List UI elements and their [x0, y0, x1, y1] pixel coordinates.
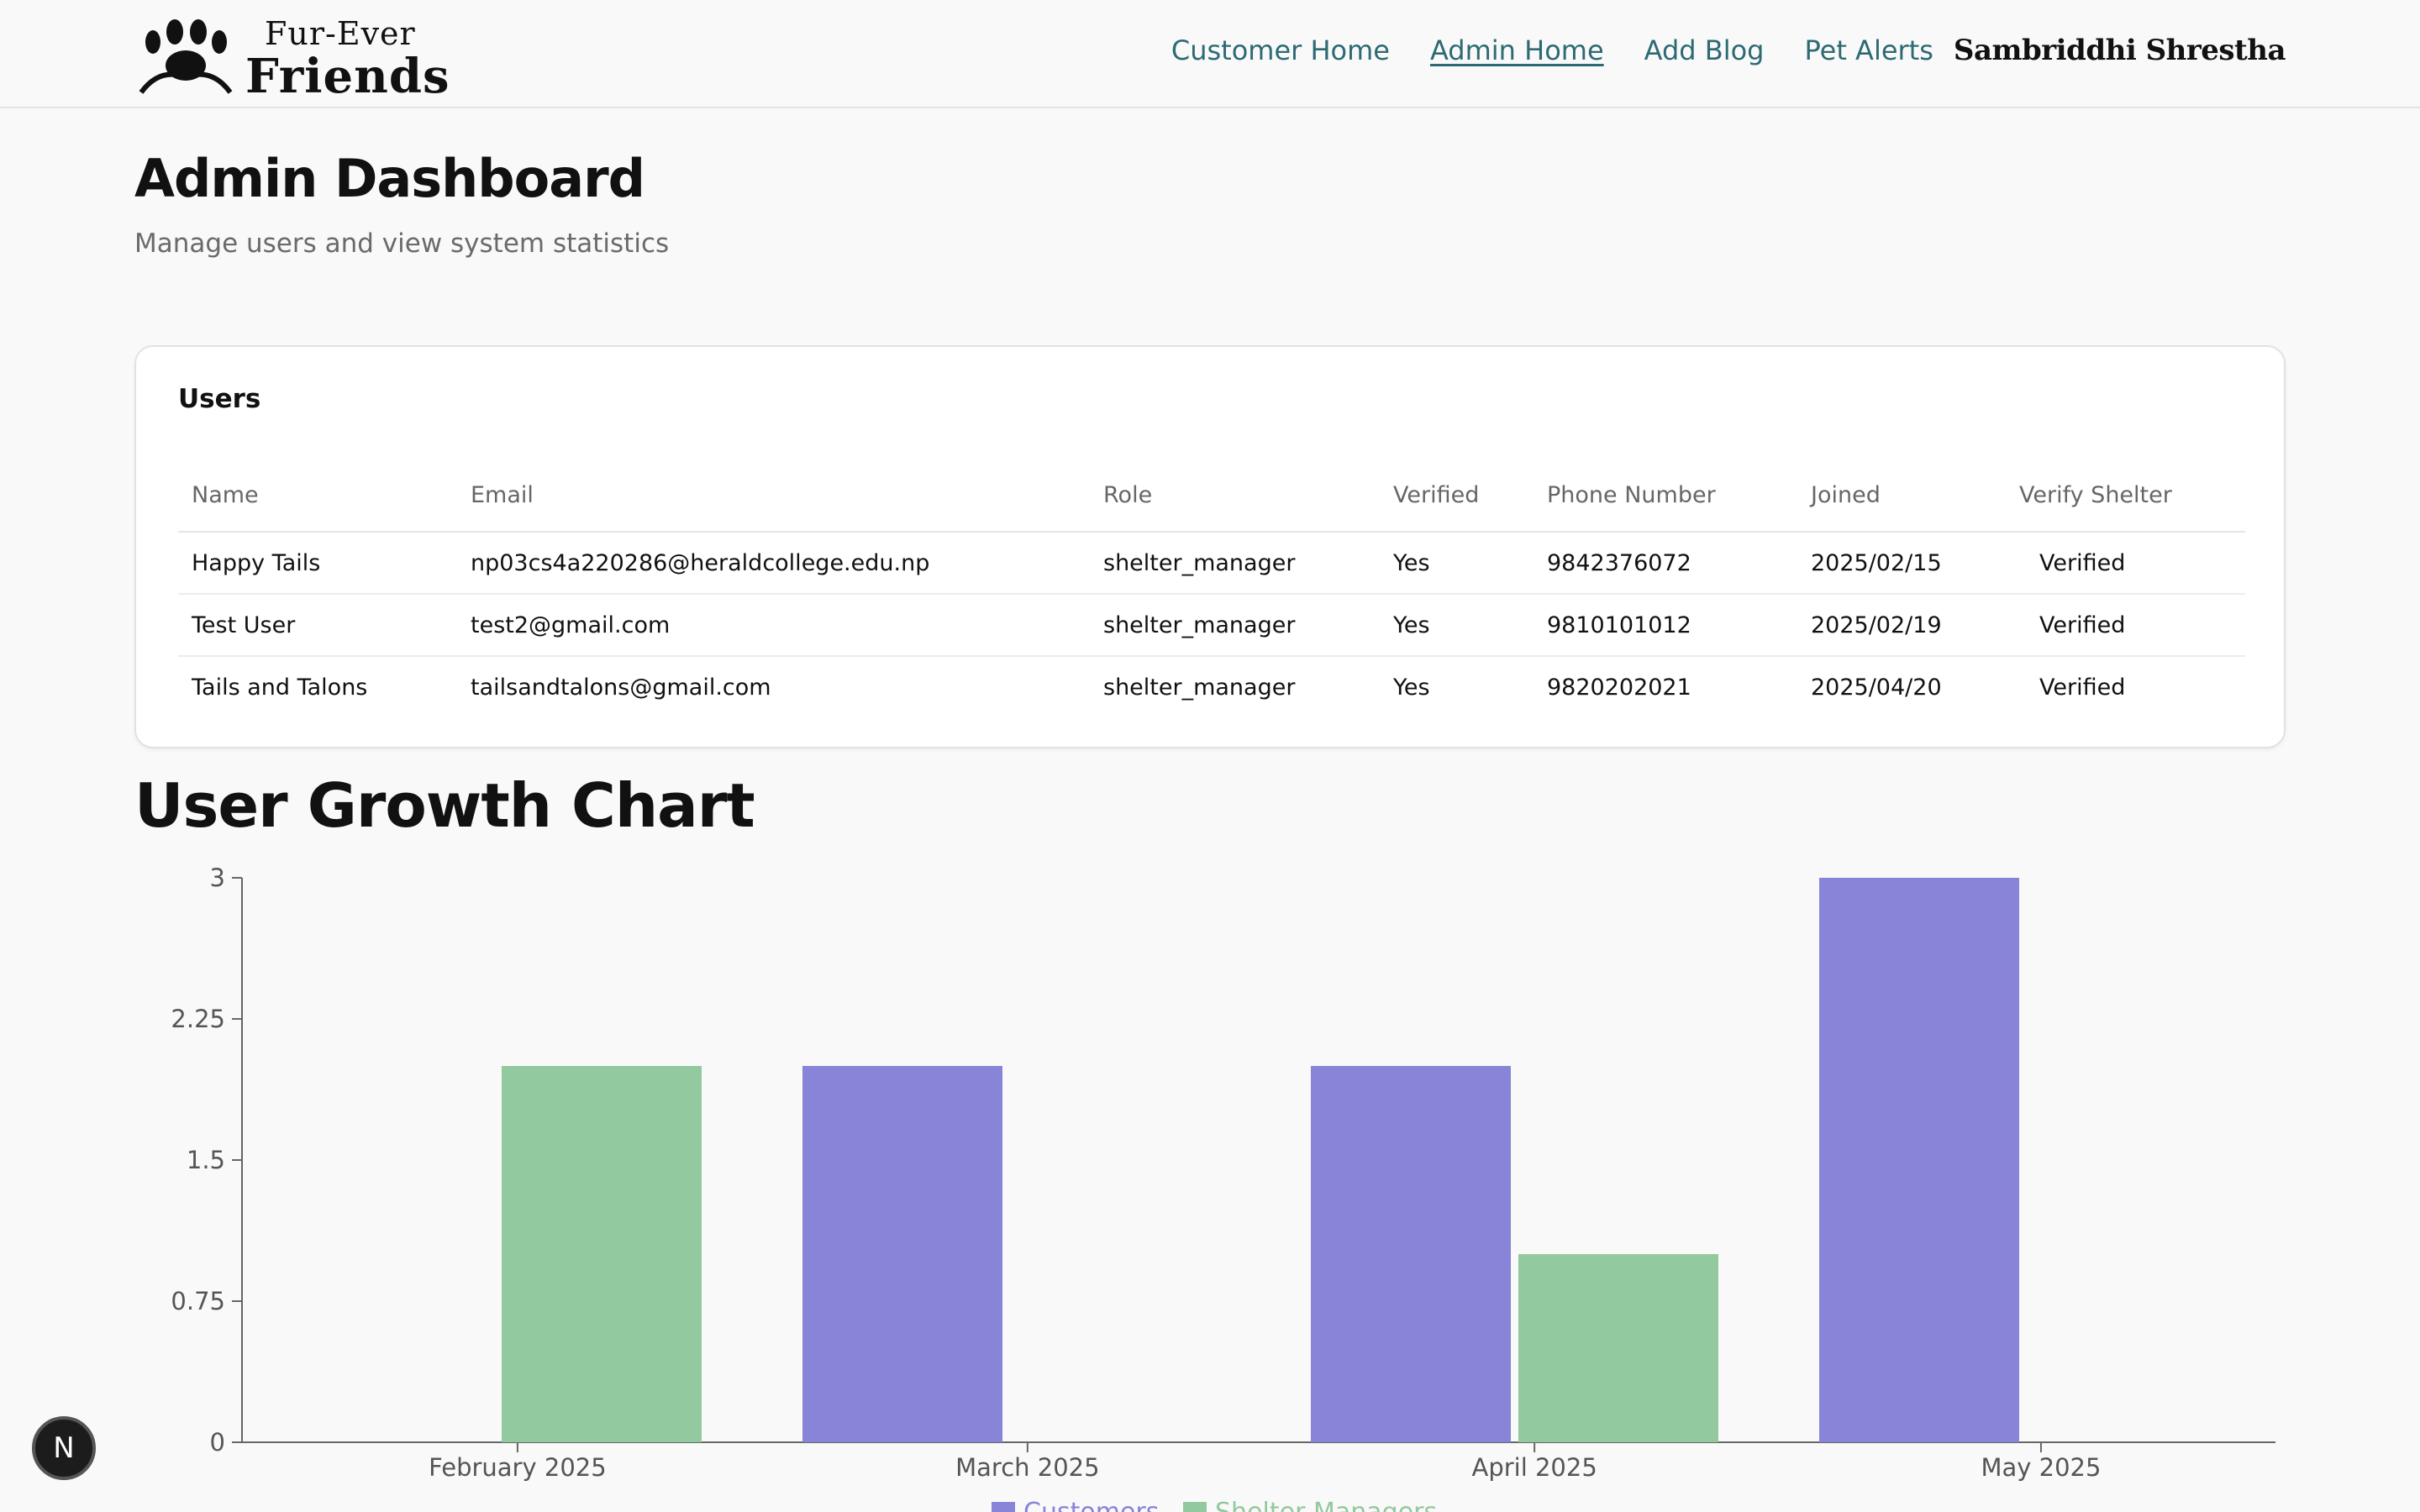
column-header-name: Name	[178, 459, 457, 533]
main-nav: Customer Home Admin Home Add Blog Pet Al…	[1131, 34, 2286, 67]
cell-verify-shelter-status: Verified	[2039, 675, 2126, 701]
table-row: Test User test2@gmail.com shelter_manage…	[178, 594, 2245, 657]
column-header-joined: Joined	[1797, 459, 2006, 533]
cell-verify-shelter-status: Verified	[2006, 594, 2245, 657]
x-tick-label: April 2025	[1471, 1453, 1597, 1482]
y-tick-label: 3	[210, 864, 225, 892]
nav-customer-home[interactable]: Customer Home	[1171, 34, 1390, 66]
x-tick-label: May 2025	[1981, 1453, 2101, 1482]
cell-joined: 2025/02/19	[1797, 594, 2006, 657]
user-name[interactable]: Sambriddhi Shrestha	[1954, 34, 2286, 67]
cell-role: shelter_manager	[1090, 594, 1380, 657]
page-title: Admin Dashboard	[134, 148, 645, 209]
cell-phone: 9820202021	[1547, 675, 1691, 701]
chart-bar-shelter-managers	[502, 1066, 702, 1442]
cell-email: test2@gmail.com	[457, 594, 1090, 657]
cell-verify-shelter-status: Verified	[2006, 532, 2245, 595]
chart-bar-customers	[1819, 878, 2019, 1442]
users-card-title: Users	[178, 384, 261, 414]
cell-joined: 2025/02/15	[1797, 532, 2006, 595]
chart-bar-customers	[1311, 1066, 1511, 1442]
user-growth-chart: 0 0.75 1.5 2.25 3 February 2025 March 2025 Apri…	[171, 864, 2275, 1512]
cell-email: tailsandtalons@gmail.com	[471, 675, 771, 701]
cell-email: np03cs4a220286@heraldcollege.edu.np	[457, 532, 1090, 595]
legend-label: Customers	[1023, 1498, 1159, 1512]
y-tick-label: 0.75	[171, 1287, 225, 1315]
logo-text-top: Fur-Ever	[265, 15, 416, 52]
legend-swatch	[1183, 1502, 1207, 1512]
page-subtitle: Manage users and view system statistics	[134, 228, 670, 259]
users-table: Name Email Role Verified Phone Number Jo…	[178, 459, 2245, 718]
legend-swatch	[992, 1502, 1015, 1512]
x-tick-label: March 2025	[955, 1453, 1099, 1482]
cell-verified: Yes	[1393, 675, 1430, 701]
column-header-verified: Verified	[1380, 459, 1534, 533]
legend-label: Shelter Managers	[1215, 1498, 1437, 1512]
x-tick-label: February 2025	[429, 1453, 607, 1482]
cell-phone: 9842376072	[1534, 532, 1797, 595]
y-tick-label: 0	[210, 1428, 225, 1457]
chart-bar-shelter-managers	[1518, 1254, 1718, 1442]
cell-phone: 9810101012	[1534, 594, 1797, 657]
cell-joined: 2025/04/20	[1811, 675, 1942, 701]
cell-role: shelter_manager	[1103, 675, 1296, 701]
site-logo[interactable]: Fur-Ever Friends	[134, 8, 450, 104]
chart-bar-customers	[802, 1066, 1002, 1442]
nextjs-dev-badge[interactable]: N	[32, 1416, 96, 1480]
logo-text-bottom: Friends	[245, 49, 450, 104]
chart-title: User Growth Chart	[134, 770, 755, 841]
paw-logo-icon	[139, 19, 233, 94]
users-card: Users Name Email Role Verified Phone Num…	[134, 345, 2286, 748]
column-header-phone: Phone Number	[1534, 459, 1797, 533]
cell-name: Test User	[178, 594, 457, 657]
cell-name: Happy Tails	[178, 532, 457, 595]
table-row: Tails and Talons tailsandtalons@gmail.co…	[178, 656, 2245, 718]
table-row: Happy Tails np03cs4a220286@heraldcollege…	[178, 532, 2245, 595]
cell-verified: Yes	[1380, 532, 1534, 595]
nav-pet-alerts[interactable]: Pet Alerts	[1804, 34, 1933, 66]
cell-name: Tails and Talons	[192, 675, 368, 701]
cell-role: shelter_manager	[1090, 532, 1380, 595]
y-tick-label: 1.5	[187, 1146, 225, 1174]
table-header-row: Name Email Role Verified Phone Number Jo…	[178, 459, 2245, 533]
column-header-role: Role	[1090, 459, 1380, 533]
top-navbar: Fur-Ever Friends Customer Home Admin Hom…	[0, 0, 2420, 108]
column-header-email: Email	[457, 459, 1090, 533]
nav-add-blog[interactable]: Add Blog	[1644, 34, 1765, 66]
y-tick-label: 2.25	[171, 1005, 225, 1033]
nav-admin-home[interactable]: Admin Home	[1430, 34, 1604, 66]
cell-verified: Yes	[1380, 594, 1534, 657]
column-header-verify-shelter: Verify Shelter	[2006, 459, 2245, 533]
